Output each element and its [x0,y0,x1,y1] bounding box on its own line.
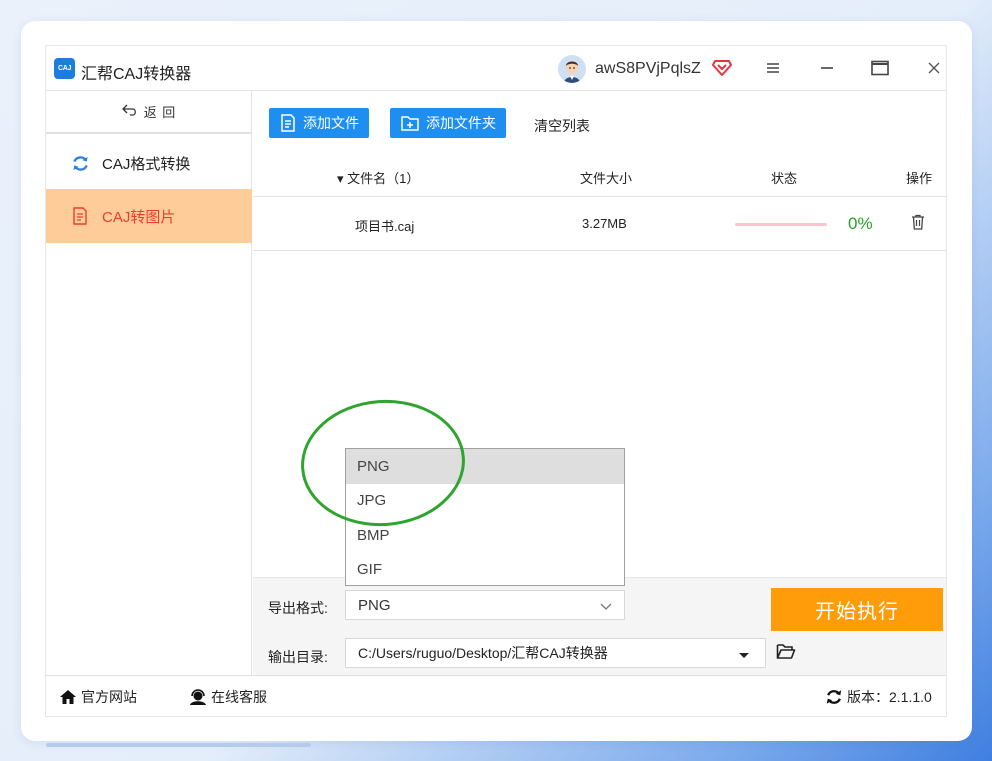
version-label: 版本：2.1.1.0 [847,689,932,705]
website-label: 官方网站 [81,689,137,705]
format-option-bmp[interactable]: BMP [346,518,624,553]
title-bar: CAJ 汇帮CAJ转换器 awS8PVjPqlsZ [46,46,946,91]
refresh-icon [70,153,90,173]
settings-panel: 导出格式: PNG 输出目录: C:/Users/ruguo/Desktop/汇… [253,577,946,675]
sidebar: 返 回 CAJ格式转换 CAJ转图片 [46,91,252,675]
start-button[interactable]: 开始执行 [771,588,943,631]
row-size: 3.27MB [582,216,627,231]
document-icon [70,206,90,226]
close-icon[interactable] [923,57,945,79]
table-row[interactable]: 项目书.caj 3.27MB 0% [253,197,946,251]
format-dropdown-list[interactable]: PNG JPG BMP GIF [345,448,625,586]
version-info[interactable]: 版本：2.1.1.0 [825,687,932,707]
header-size: 文件大小 [580,171,633,186]
sidebar-item-caj-to-image[interactable]: CAJ转图片 [46,189,252,243]
chevron-down-icon [600,598,612,615]
support-link[interactable]: 在线客服 [189,687,267,707]
output-value: C:/Users/ruguo/Desktop/汇帮CAJ转换器 [358,645,608,661]
format-select[interactable]: PNG [345,590,625,620]
add-folder-button[interactable]: 添加文件夹 [390,108,506,138]
user-avatar[interactable] [558,55,586,83]
back-button[interactable]: 返 回 [46,91,252,134]
folder-open-icon[interactable] [776,643,796,665]
header-status: 状态 [771,171,798,186]
add-file-label: 添加文件 [303,115,359,131]
header-action: 操作 [906,171,933,186]
add-folder-label: 添加文件夹 [426,115,496,131]
add-file-button[interactable]: 添加文件 [269,108,369,138]
back-label: 返 回 [143,105,177,120]
trash-icon[interactable] [911,214,925,233]
headset-icon [190,688,206,705]
format-option-jpg[interactable]: JPG [346,484,624,519]
format-label: 导出格式: [268,600,328,616]
header-filename[interactable]: ▾ 文件名（1） [337,168,419,187]
sidebar-item-caj-format[interactable]: CAJ格式转换 [46,136,252,190]
table-header: ▾ 文件名（1） 文件大小 状态 操作 [253,151,946,197]
add-file-icon [281,114,295,132]
minimize-icon[interactable] [816,57,838,79]
add-folder-icon [401,116,419,131]
sidebar-item-label: CAJ转图片 [102,208,176,226]
sync-icon [826,690,842,704]
footer: 官方网站 在线客服 版本：2.1.1.0 [46,675,946,716]
clear-list-button[interactable]: 清空列表 [534,116,590,136]
menu-icon[interactable] [762,57,784,79]
maximize-icon[interactable] [869,57,891,79]
username[interactable]: awS8PVjPqlsZ [595,60,701,78]
home-icon [60,690,76,704]
format-option-gif[interactable]: GIF [346,553,624,588]
sidebar-item-label: CAJ格式转换 [102,155,191,173]
progress-bar [735,223,827,226]
caret-down-icon [739,647,749,663]
back-arrow-icon [121,103,138,120]
background-scrollbar [46,743,311,747]
app-title: 汇帮CAJ转换器 [81,66,192,83]
app-logo-icon: CAJ [54,58,75,79]
website-link[interactable]: 官方网站 [59,687,137,707]
app-window: CAJ 汇帮CAJ转换器 awS8PVjPqlsZ 返 回 CAJ格式转换 CA… [45,45,947,717]
progress-percent: 0% [848,214,873,233]
format-option-png[interactable]: PNG [346,449,624,484]
output-label: 输出目录: [268,649,328,665]
row-filename: 项目书.caj [355,219,415,234]
support-label: 在线客服 [211,689,267,705]
format-value: PNG [358,596,391,614]
vip-diamond-icon[interactable] [712,58,732,76]
output-dir-select[interactable]: C:/Users/ruguo/Desktop/汇帮CAJ转换器 [345,638,766,668]
